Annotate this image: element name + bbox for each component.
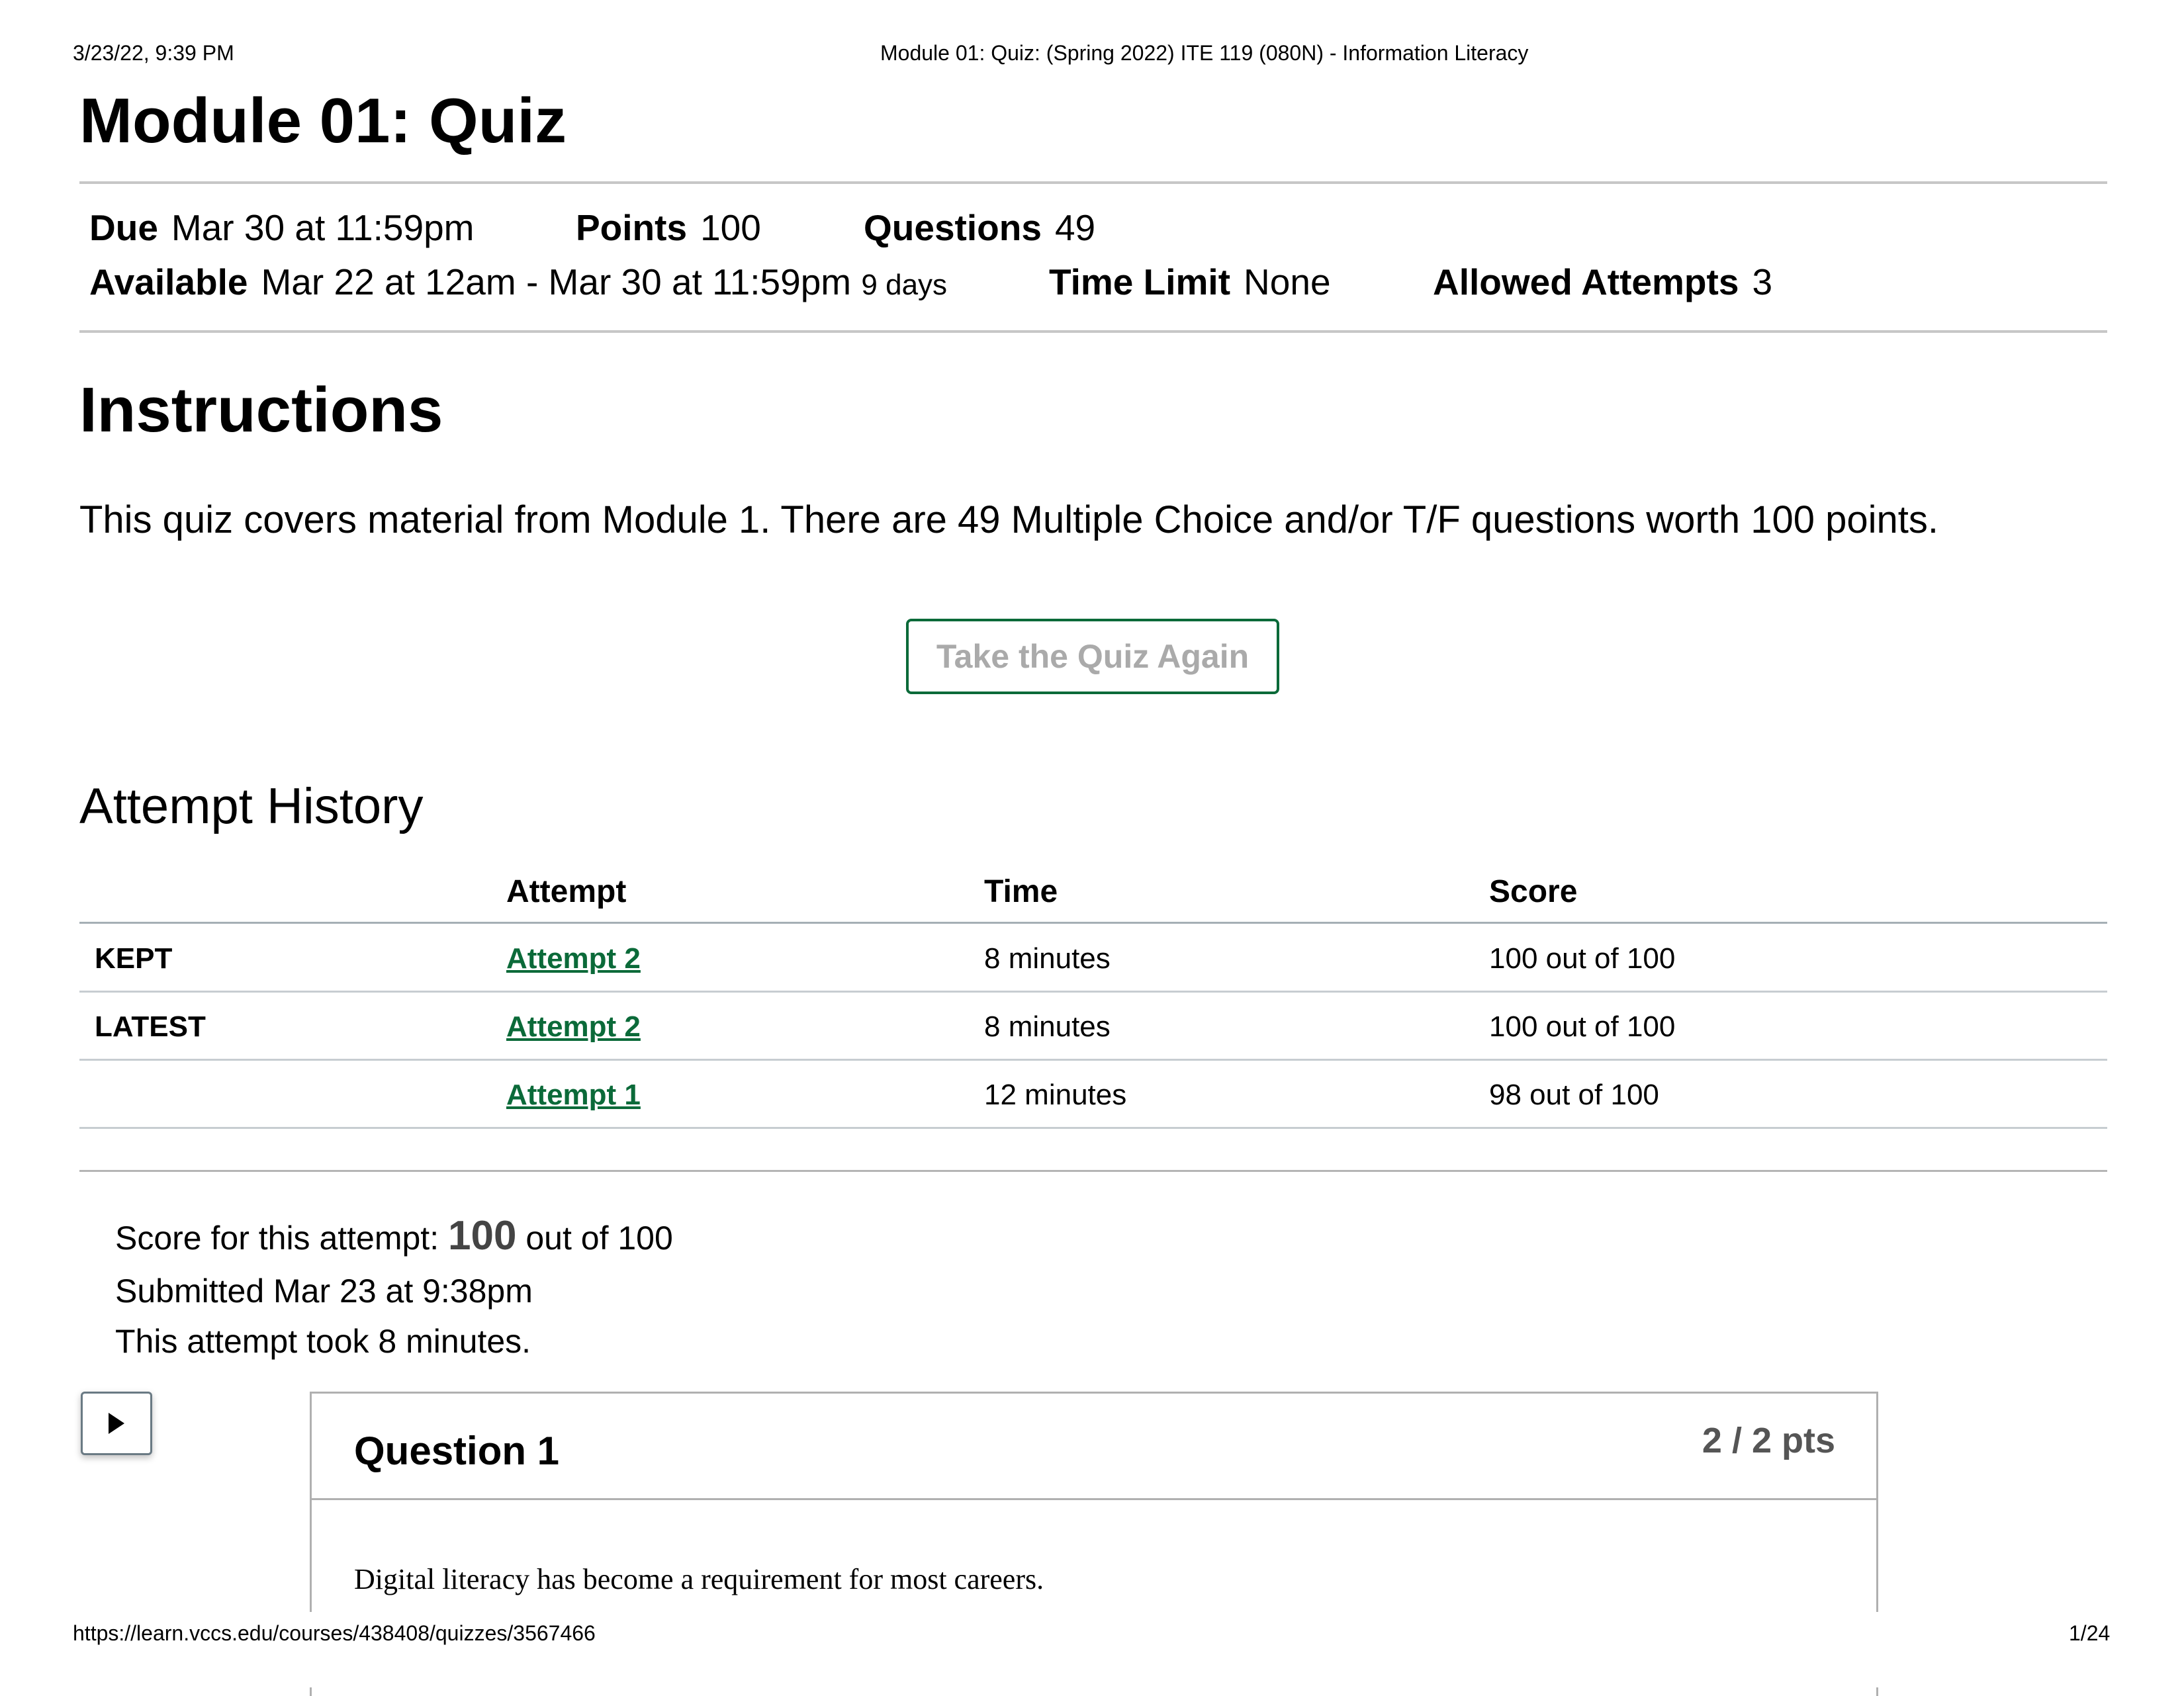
questions-value: 49 (1054, 207, 1096, 248)
column-header-time: Time (984, 874, 1058, 909)
attempt-link[interactable]: Attempt 2 (506, 1010, 641, 1043)
print-datetime: 3/23/22, 9:39 PM (73, 41, 234, 65)
instructions-text: This quiz covers material from Module 1.… (79, 498, 1938, 541)
question-header: Question 1 2 / 2 pts (312, 1394, 1876, 1500)
column-header-attempt: Attempt (506, 874, 627, 909)
page-title: Module 01: Quiz (79, 85, 567, 156)
attempt-score: 100 out of 100 (1489, 942, 1676, 975)
available-value: Mar 22 at 12am - Mar 30 at 11:59pm (261, 261, 852, 302)
time-limit-label: Time Limit (1049, 261, 1231, 302)
attempt-time: 8 minutes (984, 942, 1111, 975)
instructions-heading: Instructions (79, 375, 443, 445)
points-value: 100 (700, 207, 761, 248)
attempt-score: 100 out of 100 (1489, 1010, 1676, 1043)
divider (79, 330, 2107, 333)
question-points: 2 / 2 pts (1702, 1421, 1835, 1460)
question-text: Digital literacy has become a requiremen… (354, 1563, 1044, 1595)
score-value: 100 (448, 1213, 517, 1259)
attempt-history-heading: Attempt History (79, 778, 424, 834)
due-value: Mar 30 at 11:59pm (171, 207, 475, 248)
allowed-attempts-value: 3 (1752, 261, 1773, 302)
row-label: LATEST (95, 1010, 206, 1043)
attempt-duration: This attempt took 8 minutes. (115, 1323, 531, 1360)
table-header-divider (79, 922, 2107, 924)
column-header-score: Score (1489, 874, 1578, 909)
questions-detail: Questions 49 (864, 206, 1095, 249)
points-detail: Points 100 (576, 206, 761, 249)
score-suffix: out of 100 (525, 1220, 673, 1257)
available-label: Available (89, 261, 248, 302)
time-limit-detail: Time Limit None (1049, 261, 1331, 303)
points-label: Points (576, 207, 688, 248)
row-divider (79, 1059, 2107, 1061)
allowed-attempts-label: Allowed Attempts (1433, 261, 1739, 302)
attempt-time: 12 minutes (984, 1079, 1127, 1111)
attempt-time: 8 minutes (984, 1010, 1111, 1043)
question-toggle-button[interactable] (81, 1392, 152, 1455)
score-for-attempt: Score for this attempt: 100 out of 100 (115, 1212, 673, 1259)
take-quiz-again-button[interactable]: Take the Quiz Again (906, 619, 1279, 694)
submitted-time: Submitted Mar 23 at 9:38pm (115, 1272, 533, 1310)
available-detail: Available Mar 22 at 12am - Mar 30 at 11:5… (89, 261, 947, 303)
due-detail: Due Mar 30 at 11:59pm (89, 206, 474, 249)
available-duration: 9 days (861, 269, 948, 301)
row-divider (79, 1127, 2107, 1129)
attempt-link[interactable]: Attempt 2 (506, 942, 641, 975)
play-triangle-icon (109, 1413, 124, 1434)
print-url: https://learn.vccs.edu/courses/438408/qu… (73, 1621, 596, 1645)
divider (79, 1170, 2107, 1172)
row-label: KEPT (95, 942, 173, 975)
row-divider (79, 991, 2107, 993)
time-limit-value: None (1244, 261, 1331, 302)
due-label: Due (89, 207, 158, 248)
attempt-link[interactable]: Attempt 1 (506, 1079, 641, 1111)
allowed-attempts-detail: Allowed Attempts 3 (1433, 261, 1772, 303)
attempt-score: 98 out of 100 (1489, 1079, 1659, 1111)
score-prefix: Score for this attempt: (115, 1220, 439, 1257)
print-page-number: 1/24 (2069, 1621, 2111, 1645)
divider (79, 181, 2107, 184)
questions-label: Questions (864, 207, 1042, 248)
question-title: Question 1 (354, 1429, 560, 1473)
print-doc-title: Module 01: Quiz: (Spring 2022) ITE 119 (… (880, 41, 1529, 65)
